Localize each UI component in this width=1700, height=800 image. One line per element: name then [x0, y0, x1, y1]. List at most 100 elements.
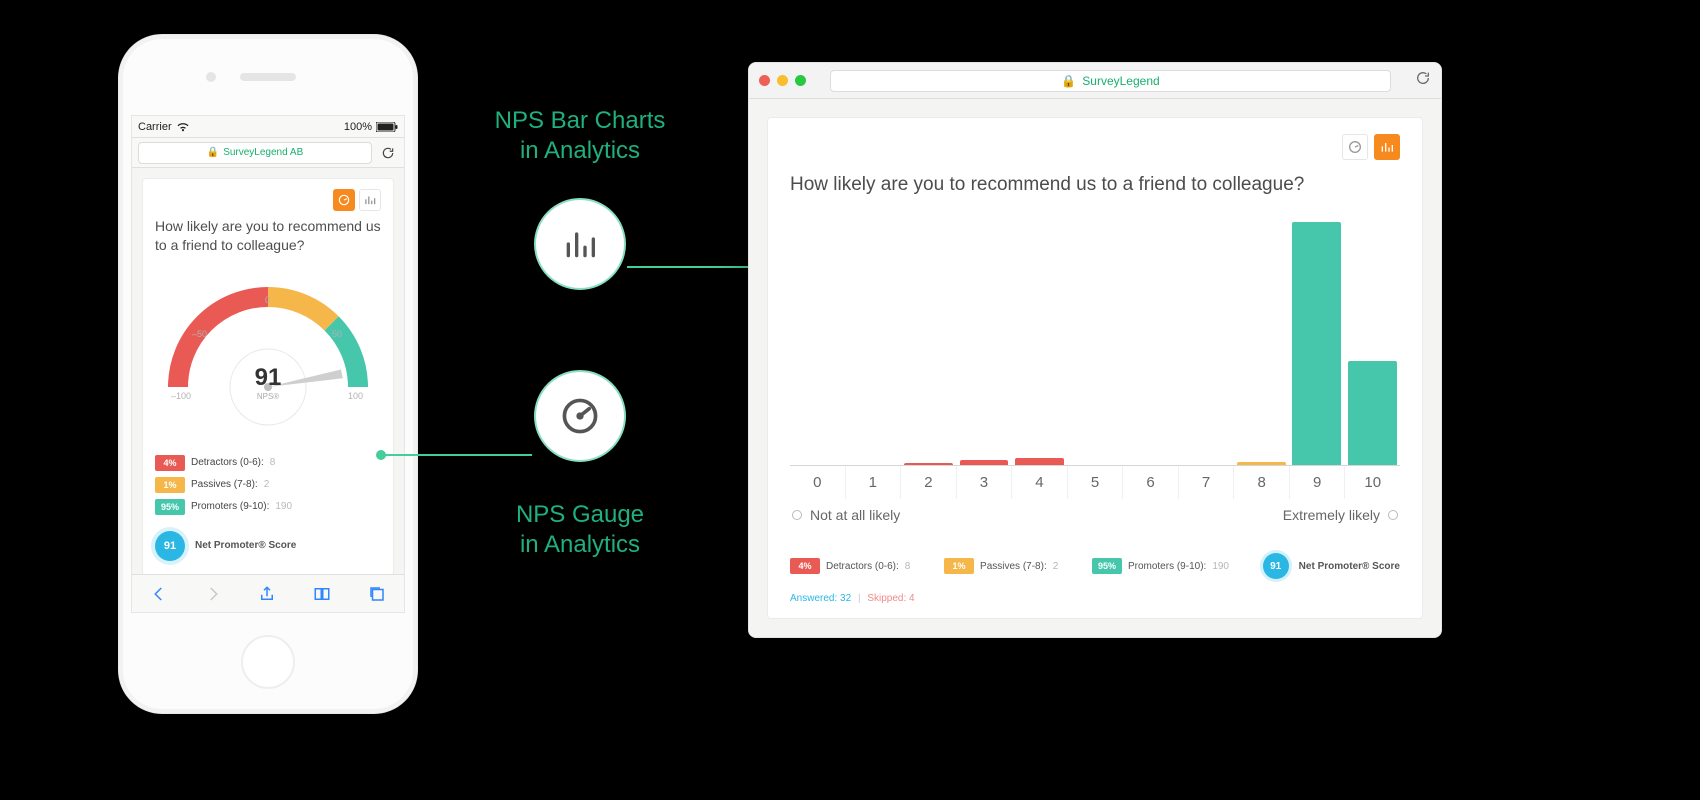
- traffic-minimize[interactable]: [777, 75, 788, 86]
- callout-bars-title: NPS Bar Charts in Analytics: [436, 106, 724, 166]
- bookmarks-icon[interactable]: [312, 585, 332, 603]
- view-gauge-button[interactable]: [333, 189, 355, 211]
- phone-device-frame: Carrier 100% 🔒 SurveyLegend AB: [118, 34, 418, 714]
- ios-status-bar: Carrier 100%: [132, 116, 404, 138]
- answered-count: 32: [840, 593, 851, 604]
- bar-8: [1234, 222, 1289, 465]
- browser-url-field[interactable]: 🔒 SurveyLegend: [830, 70, 1391, 92]
- legend-passives: 1% Passives (7-8): 2: [155, 477, 381, 493]
- mobile-safari-address-bar[interactable]: 🔒 SurveyLegend AB: [132, 138, 404, 168]
- detractors-count: 8: [905, 561, 911, 572]
- x-label-3: 3: [957, 466, 1013, 499]
- bar-5: [1067, 222, 1122, 465]
- passives-pct: 1%: [944, 558, 974, 574]
- skipped-label: Skipped:: [867, 593, 906, 604]
- callout-bars-icon: [534, 198, 626, 290]
- traffic-zoom[interactable]: [795, 75, 806, 86]
- x-label-2: 2: [901, 466, 957, 499]
- browser-body: How likely are you to recommend us to a …: [749, 99, 1441, 637]
- mobile-url-field[interactable]: 🔒 SurveyLegend AB: [138, 142, 372, 164]
- detractors-pct: 4%: [155, 455, 185, 471]
- traffic-close[interactable]: [759, 75, 770, 86]
- callout-gauge-icon: [534, 370, 626, 462]
- tick-p100: 100: [348, 391, 363, 401]
- detractors-label: Detractors (0-6):: [191, 457, 264, 468]
- view-bars-button[interactable]: [359, 189, 381, 211]
- forward-icon: [204, 585, 222, 603]
- nps-summary: 91 Net Promoter® Score: [155, 531, 381, 561]
- x-label-4: 4: [1012, 466, 1068, 499]
- gauge-sublabel: NPS®: [257, 392, 279, 401]
- response-meta: Answered: 32 | Skipped: 4: [790, 593, 1400, 604]
- x-label-1: 1: [846, 466, 902, 499]
- nps-score-badge: 91: [1263, 553, 1289, 579]
- promoters-count: 190: [1212, 561, 1229, 572]
- nps-bar-card: How likely are you to recommend us to a …: [767, 117, 1423, 619]
- battery-label: 100%: [344, 121, 372, 133]
- gauge-legend: 4% Detractors (0-6): 8 1% Passives (7-8)…: [155, 455, 381, 561]
- bar-3: [956, 222, 1011, 465]
- scale-left-radio: [792, 510, 802, 520]
- nps-score-label: Net Promoter® Score: [1299, 561, 1400, 572]
- scale-right-label: Extremely likely: [1283, 507, 1380, 523]
- browser-window: 🔒 SurveyLegend How likely are you to rec…: [748, 62, 1442, 638]
- legend-detractors: 4% Detractors (0-6): 8: [790, 558, 910, 574]
- back-icon[interactable]: [150, 585, 168, 603]
- answered-label: Answered:: [790, 593, 837, 604]
- view-bars-button[interactable]: [1374, 134, 1400, 160]
- phone-camera: [206, 72, 216, 82]
- bar-rect-10: [1348, 361, 1397, 465]
- scale-left-label: Not at all likely: [810, 507, 900, 523]
- x-label-0: 0: [790, 466, 846, 499]
- legend-passives: 1% Passives (7-8): 2: [944, 558, 1058, 574]
- battery-icon: [376, 122, 398, 132]
- phone-content: How likely are you to recommend us to a …: [132, 168, 404, 574]
- reload-icon[interactable]: [378, 146, 398, 160]
- nps-score-label: Net Promoter® Score: [195, 540, 296, 551]
- x-label-10: 10: [1345, 466, 1400, 499]
- phone-speaker: [240, 73, 296, 81]
- promoters-pct: 95%: [1092, 558, 1122, 574]
- scale-right-radio: [1388, 510, 1398, 520]
- nps-gauge-card: How likely are you to recommend us to a …: [142, 178, 394, 574]
- nps-gauge: –100 –50 0 50 100 91 NPS®: [155, 267, 381, 437]
- bar-6: [1123, 222, 1178, 465]
- bar-rect-9: [1292, 222, 1341, 465]
- lock-icon: 🔒: [207, 147, 219, 158]
- browser-url-text: SurveyLegend: [1082, 74, 1159, 88]
- question-text: How likely are you to recommend us to a …: [155, 217, 381, 255]
- skipped-count: 4: [909, 593, 915, 604]
- nps-bar-chart: 012345678910 Not at all likely Extremely…: [790, 222, 1400, 523]
- traffic-lights: [759, 75, 806, 86]
- bar-legend: 4% Detractors (0-6): 8 1% Passives (7-8)…: [790, 553, 1400, 579]
- view-gauge-button[interactable]: [1342, 134, 1368, 160]
- x-label-6: 6: [1123, 466, 1179, 499]
- passives-count: 2: [264, 479, 270, 490]
- promoters-label: Promoters (9-10):: [1128, 561, 1206, 572]
- carrier-label: Carrier: [138, 121, 172, 133]
- passives-label: Passives (7-8):: [191, 479, 258, 490]
- callout-gauge-line1: NPS Gauge: [516, 501, 644, 528]
- detractors-pct: 4%: [790, 558, 820, 574]
- legend-promoters: 95% Promoters (9-10): 190: [1092, 558, 1229, 574]
- bar-rect-4: [1015, 458, 1064, 465]
- promoters-count: 190: [275, 501, 292, 512]
- bar-1: [845, 222, 900, 465]
- callout-gauge-line2: in Analytics: [436, 530, 724, 560]
- x-label-8: 8: [1234, 466, 1290, 499]
- lock-icon: 🔒: [1061, 74, 1076, 88]
- phone-home-button[interactable]: [241, 635, 295, 689]
- browser-chrome: 🔒 SurveyLegend: [749, 63, 1441, 99]
- legend-promoters: 95% Promoters (9-10): 190: [155, 499, 381, 515]
- nps-summary: 91 Net Promoter® Score: [1263, 553, 1400, 579]
- wifi-icon: [176, 122, 190, 132]
- promoters-label: Promoters (9-10):: [191, 501, 269, 512]
- callouts: NPS Bar Charts in Analytics NPS Gauge in…: [436, 106, 724, 166]
- tick-m50: –50: [192, 329, 207, 339]
- share-icon[interactable]: [258, 585, 276, 603]
- reload-icon[interactable]: [1415, 70, 1431, 91]
- mobile-safari-toolbar: [132, 574, 404, 612]
- tabs-icon[interactable]: [368, 585, 386, 603]
- bar-4: [1012, 222, 1067, 465]
- x-label-9: 9: [1290, 466, 1346, 499]
